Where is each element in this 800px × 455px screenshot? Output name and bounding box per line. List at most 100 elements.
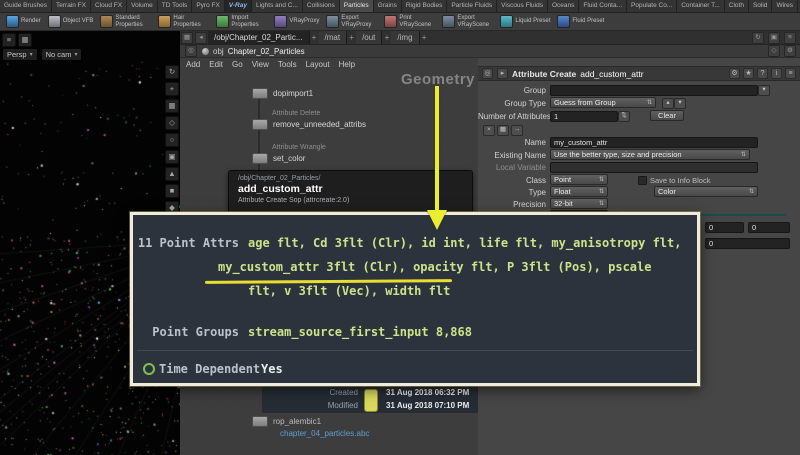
shelf-tab[interactable]: Volume <box>127 0 158 12</box>
shelf-tab[interactable]: Particle Fluids <box>447 0 497 12</box>
shelf-tab[interactable]: TD Tools <box>158 0 193 12</box>
shelf-tool-button[interactable]: Hair Properties <box>155 14 212 29</box>
path-tab-out[interactable]: /out <box>356 31 382 44</box>
info-icon[interactable]: i <box>771 68 782 79</box>
pin-icon[interactable]: ◎ <box>482 68 493 79</box>
spinner-down-icon[interactable]: ▾ <box>674 98 686 109</box>
shelf-tab[interactable]: Wires <box>772 0 798 12</box>
node-set-color[interactable]: set_color <box>252 153 305 164</box>
menu-icon[interactable]: ≡ <box>785 68 796 79</box>
menu-item[interactable]: Edit <box>209 60 223 69</box>
shelf-tool-button[interactable]: Object VFB <box>45 14 97 29</box>
shelf-tab[interactable]: Cloth <box>725 0 749 12</box>
default-input[interactable]: 0 <box>748 222 790 233</box>
shelf-tool-button[interactable]: Import Properties <box>213 14 270 29</box>
spinner-up-icon[interactable]: ▴ <box>662 98 674 109</box>
num-attributes-input[interactable]: 1 <box>550 111 618 122</box>
param-node-name[interactable]: add_custom_attr <box>580 69 643 79</box>
shelf-tab[interactable]: Viscous Fluids <box>497 0 548 12</box>
local-variable-input[interactable] <box>550 162 758 173</box>
menu-item[interactable]: Tools <box>278 60 297 69</box>
shelf-tab[interactable]: Grains <box>374 0 402 12</box>
back-icon[interactable]: ◂ <box>195 32 207 44</box>
menu-icon[interactable]: ≡ <box>784 32 796 44</box>
new-tab-button[interactable]: + <box>347 33 356 42</box>
shelf-tab[interactable]: Lights and C... <box>252 0 303 12</box>
settings-icon[interactable]: ⚙ <box>784 45 796 57</box>
template-icon[interactable]: ■ <box>165 184 179 198</box>
shelf-tool-button[interactable]: Fluid Preset <box>554 14 607 29</box>
history-icon[interactable]: ↻ <box>752 32 764 44</box>
shelf-tool-button[interactable]: Export VRayScene <box>439 14 496 29</box>
shelf-tab[interactable]: Container T... <box>677 0 725 12</box>
shelf-tab[interactable]: Oceans <box>548 0 579 12</box>
node-icon[interactable] <box>252 88 268 99</box>
normals-icon[interactable]: ▲ <box>165 167 179 181</box>
view-tool-icon[interactable]: ↻ <box>165 65 179 79</box>
camera-select-button[interactable]: No cam▾ <box>41 48 83 61</box>
shelf-tab[interactable]: Fluid Conta... <box>579 0 627 12</box>
menu-item[interactable]: Help <box>339 60 355 69</box>
duplicate-item-icon[interactable]: ▦ <box>497 125 509 136</box>
path-tab-obj[interactable]: /obj/Chapter_02_Partic... <box>208 31 310 44</box>
shelf-tool-button[interactable]: Print VRayScene <box>381 14 438 29</box>
shelf-tab[interactable]: Populate Co... <box>627 0 677 12</box>
shelf-tool-button[interactable]: Liquid Preset <box>497 14 553 29</box>
group-input[interactable] <box>550 85 758 96</box>
shelf-tool-button[interactable]: VRayProxy <box>271 14 322 29</box>
shelf-tab[interactable]: Terrain FX <box>52 0 91 12</box>
clear-button[interactable]: Clear <box>650 110 684 121</box>
layout-icon[interactable]: ▣ <box>768 32 780 44</box>
breadcrumb-current[interactable]: Chapter_02_Particles <box>228 47 305 56</box>
shelf-tab[interactable]: Rigid Bodies <box>402 0 448 12</box>
pin-icon[interactable]: ◎ <box>185 45 197 57</box>
group-type-dropdown[interactable]: Guess from Group ⇅ <box>550 97 656 108</box>
existing-name-dropdown[interactable]: Use the better type, size and precision … <box>550 149 750 160</box>
favorites-icon[interactable]: ★ <box>743 68 754 79</box>
node-dopimport1[interactable]: dopimport1 <box>252 88 313 99</box>
class-dropdown[interactable]: Point ⇅ <box>550 174 608 185</box>
path-tab-img[interactable]: /img <box>391 31 419 44</box>
shelf-tool-button[interactable]: Render <box>3 14 44 29</box>
type-qualifier-dropdown[interactable]: Color ⇅ <box>654 186 758 197</box>
move-item-icon[interactable]: → <box>511 125 523 136</box>
select-tool-icon[interactable]: ◇ <box>165 116 179 130</box>
node-icon[interactable] <box>252 153 268 164</box>
shelf-tab[interactable]: Solid <box>749 0 772 12</box>
group-select-button[interactable]: ▾ <box>758 85 770 96</box>
new-tab-button[interactable]: + <box>310 33 319 42</box>
shelf-tool-button[interactable]: Export VRayProxy <box>323 14 380 29</box>
pane-menu-icon[interactable]: ≡ <box>2 33 16 47</box>
menu-item[interactable]: View <box>252 60 269 69</box>
node-icon[interactable] <box>252 119 268 130</box>
breadcrumb-root[interactable]: obj <box>213 47 224 56</box>
snap-grid-icon[interactable]: ▦ <box>165 99 179 113</box>
default-input[interactable]: 0 <box>705 238 790 249</box>
new-tab-button[interactable]: + <box>420 33 429 42</box>
default-input[interactable]: 0 <box>705 222 744 233</box>
shelf-tab[interactable]: Cloud FX <box>91 0 127 12</box>
node-icon[interactable] <box>252 416 268 427</box>
shelf-tab-particles[interactable]: Particles <box>340 0 374 12</box>
gear-icon[interactable]: ⚙ <box>729 68 740 79</box>
shelf-tab[interactable]: Collisions <box>303 0 340 12</box>
shade-mode-icon[interactable]: ○ <box>165 133 179 147</box>
menu-item[interactable]: Layout <box>306 60 330 69</box>
new-tab-button[interactable]: + <box>382 33 391 42</box>
type-dropdown[interactable]: Float ⇅ <box>550 186 608 197</box>
help-icon[interactable]: ? <box>757 68 768 79</box>
filter-icon[interactable]: ◇ <box>768 45 780 57</box>
menu-item[interactable]: Go <box>232 60 243 69</box>
node-rop-alembic[interactable]: rop_alembic1 <box>252 416 321 427</box>
menu-item[interactable]: Add <box>186 60 200 69</box>
remove-item-icon[interactable]: × <box>483 125 495 136</box>
shelf-tab[interactable]: Guide Brushes <box>0 0 52 12</box>
path-tab-mat[interactable]: /mat <box>319 31 348 44</box>
shelf-tab[interactable]: Pyro FX <box>192 0 224 12</box>
attr-name-input[interactable]: my_custom_attr <box>550 137 758 148</box>
pane-split-icon[interactable]: ▦ <box>18 33 32 47</box>
alembic-file-link[interactable]: chapter_04_particles.abc <box>280 429 369 438</box>
precision-dropdown[interactable]: 32-bit ⇅ <box>550 198 608 209</box>
display-options-icon[interactable]: ▣ <box>165 150 179 164</box>
pan-tool-icon[interactable]: + <box>165 82 179 96</box>
